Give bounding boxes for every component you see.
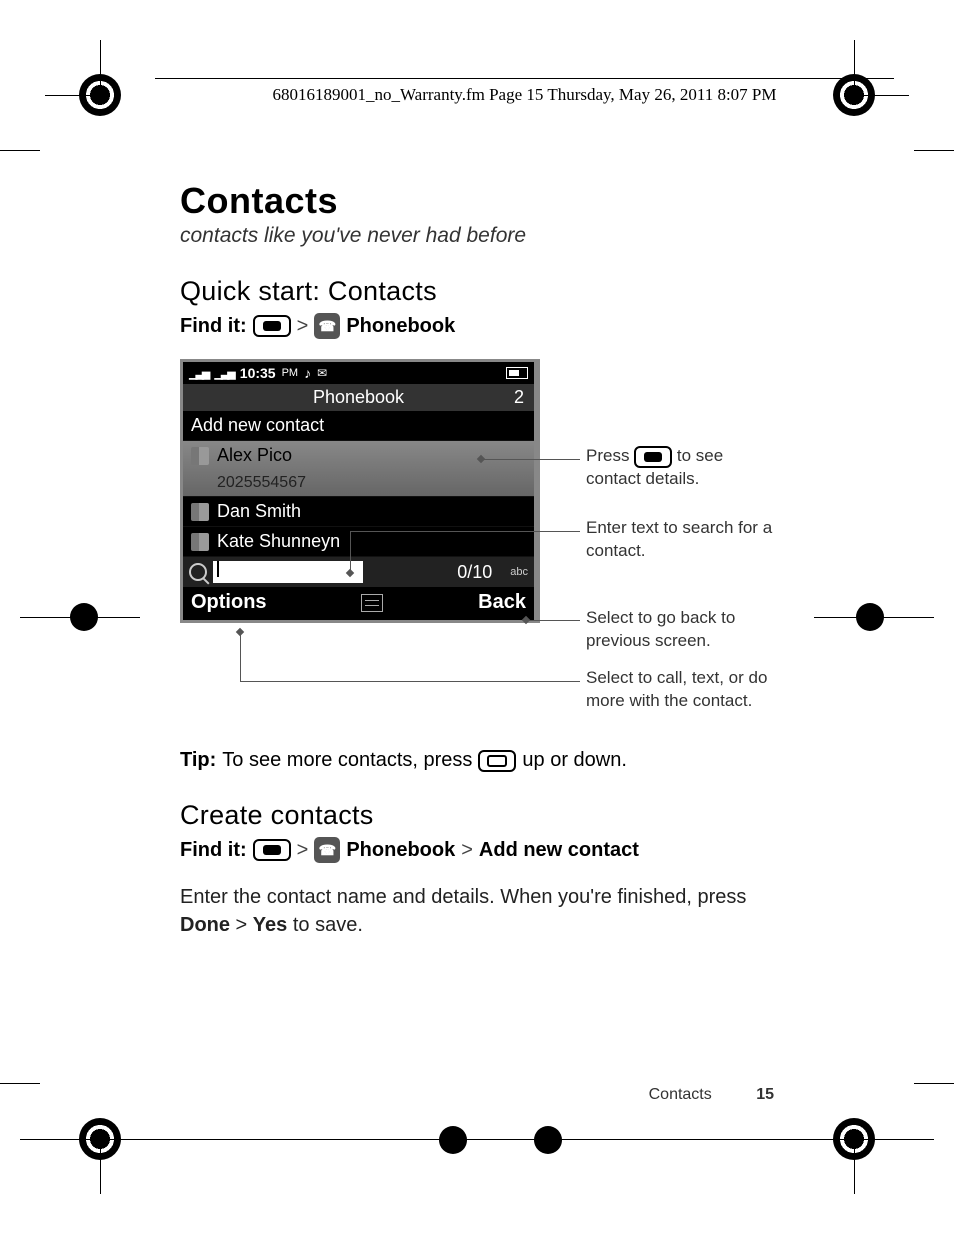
callout-search: Enter text to search for a contact.	[586, 517, 776, 563]
status-ampm: PM	[282, 367, 299, 379]
contact-row[interactable]: Dan Smith	[183, 497, 534, 527]
page-subtitle: contacts like you've never had before	[180, 224, 800, 248]
phonebook-label-2: Phonebook	[346, 839, 455, 862]
phone-mockup: ▁▃▅ ▁▃▅ 10:35 PM ♪ ✉ Phonebook 2 Add new …	[180, 359, 540, 623]
phonebook-label: Phonebook	[346, 315, 455, 338]
running-header-text: 68016189001_no_Warranty.fm Page 15 Thurs…	[272, 85, 776, 104]
contact-name: Kate Shunneyn	[217, 531, 340, 552]
search-icon	[189, 563, 207, 581]
contact-icon	[191, 503, 209, 521]
breadcrumb-sep: >	[297, 315, 309, 338]
footer-section: Contacts	[649, 1086, 712, 1103]
page-number: 15	[756, 1086, 774, 1103]
menu-key-icon	[253, 315, 291, 337]
center-key-icon	[634, 446, 672, 468]
signal-icon: ▁▃▅	[189, 367, 208, 380]
add-new-contact-row[interactable]: Add new contact	[183, 411, 534, 441]
contact-row-selected[interactable]: Alex Pico 2025554567	[183, 441, 534, 497]
menu-key-icon	[253, 839, 291, 861]
add-new-contact-label-2: Add new contact	[479, 839, 639, 862]
add-new-contact-label: Add new contact	[191, 415, 324, 436]
signal-icon-2: ▁▃▅	[214, 367, 233, 380]
screen-title-text: Phonebook	[313, 387, 404, 407]
input-mode-indicator: abc	[510, 566, 528, 578]
callout-back: Select to go back to previous screen.	[586, 607, 776, 653]
search-bar: 0/10 abc	[183, 557, 534, 587]
contact-icon	[191, 533, 209, 551]
softkey-back[interactable]: Back	[478, 591, 526, 614]
battery-icon	[506, 367, 528, 379]
find-it-row-2: Find it: > ☎ Phonebook > Add new contact	[180, 837, 800, 863]
tip-label: Tip:	[180, 749, 216, 772]
contact-name: Alex Pico	[217, 445, 292, 466]
contact-count: 2	[514, 387, 524, 408]
callout-options: Select to call, text, or do more with th…	[586, 667, 776, 713]
envelope-icon: ✉	[317, 366, 327, 380]
create-contacts-heading: Create contacts	[180, 800, 800, 831]
music-icon: ♪	[304, 365, 311, 381]
create-body: Enter the contact name and details. When…	[180, 883, 800, 939]
status-time: 10:35	[240, 365, 276, 381]
softkey-options[interactable]: Options	[191, 591, 267, 614]
find-it-row-1: Find it: > ☎ Phonebook	[180, 313, 800, 339]
page-title: Contacts	[180, 180, 800, 222]
status-bar: ▁▃▅ ▁▃▅ 10:35 PM ♪ ✉	[183, 362, 534, 384]
contact-name: Dan Smith	[217, 501, 301, 522]
callout-contact-details: Press to see contact details.	[586, 445, 776, 491]
menu-icon[interactable]	[361, 594, 383, 612]
softkey-bar: Options Back	[183, 587, 534, 620]
tip-row: Tip: To see more contacts, press up or d…	[180, 749, 800, 772]
running-header: 68016189001_no_Warranty.fm Page 15 Thurs…	[155, 78, 894, 105]
search-input[interactable]	[213, 561, 363, 583]
contact-number: 2025554567	[191, 474, 306, 492]
page-footer: Contacts 15	[649, 1086, 774, 1104]
phonebook-app-icon: ☎	[314, 837, 340, 863]
tip-text-before: To see more contacts, press	[222, 749, 472, 772]
nav-key-icon	[478, 750, 516, 772]
find-it-label: Find it:	[180, 315, 247, 338]
quick-start-heading: Quick start: Contacts	[180, 276, 800, 307]
tip-text-after: up or down.	[522, 749, 627, 772]
find-it-label: Find it:	[180, 839, 247, 862]
phonebook-app-icon: ☎	[314, 313, 340, 339]
contact-icon	[191, 447, 209, 465]
screen-title: Phonebook 2	[183, 384, 534, 411]
search-count: 0/10	[457, 562, 492, 583]
